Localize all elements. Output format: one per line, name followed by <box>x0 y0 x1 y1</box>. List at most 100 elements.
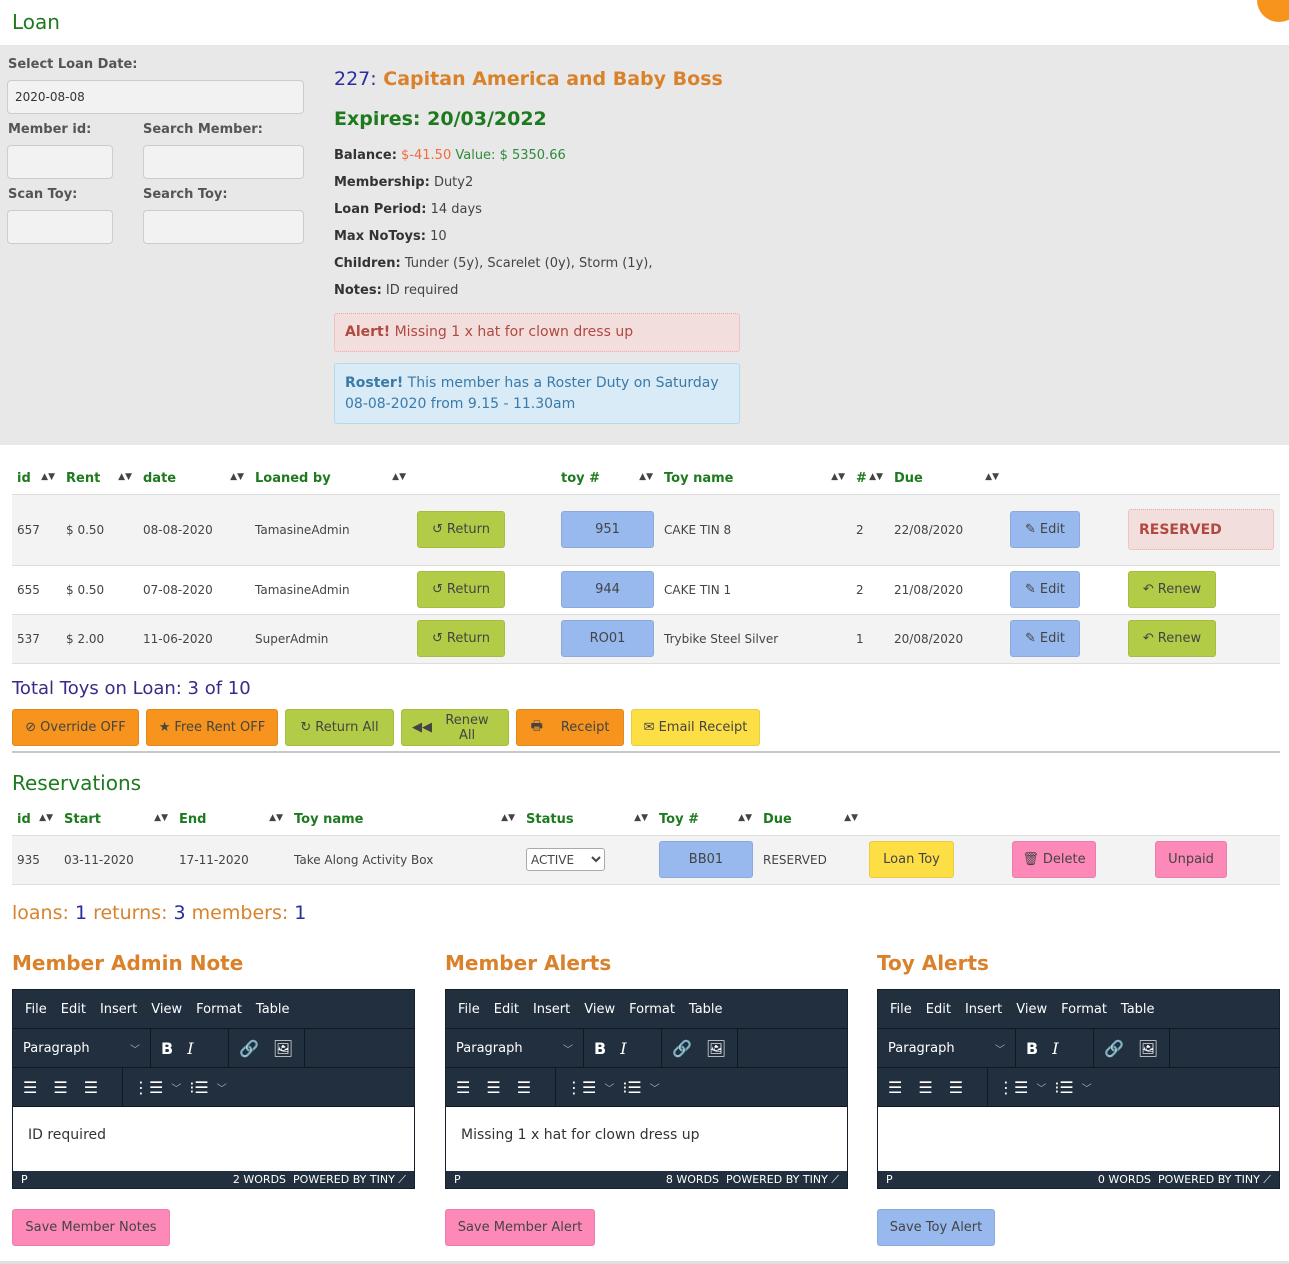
element-path[interactable]: P <box>454 1173 461 1186</box>
bold-icon[interactable]: B <box>1026 1039 1038 1058</box>
menu-edit[interactable]: Edit <box>494 1002 519 1017</box>
renew-button[interactable]: ↶ Renew <box>1128 620 1216 657</box>
chevron-down-icon[interactable]: ﹀ <box>171 1080 181 1095</box>
image-icon[interactable]: 🖼 <box>273 1039 293 1058</box>
resize-handle-icon[interactable]: ⟋ <box>398 1173 406 1186</box>
align-left-icon[interactable]: ☰ <box>23 1078 37 1097</box>
italic-icon[interactable]: I <box>620 1039 626 1058</box>
italic-icon[interactable]: I <box>1052 1039 1058 1058</box>
chevron-down-icon[interactable]: ﹀ <box>217 1080 227 1095</box>
numbered-list-icon[interactable]: ⋮☰ <box>998 1078 1028 1097</box>
sort-icon[interactable]: ▲▼ <box>869 472 883 482</box>
sort-icon[interactable]: ▲▼ <box>844 813 858 823</box>
col-id[interactable]: id ▲▼ <box>12 805 59 835</box>
save-member-notes-button[interactable]: Save Member Notes <box>12 1209 170 1246</box>
sort-icon[interactable]: ▲▼ <box>738 813 752 823</box>
chevron-down-icon[interactable]: ﹀ <box>650 1080 660 1095</box>
align-center-icon[interactable]: ☰ <box>53 1078 67 1097</box>
image-icon[interactable]: 🖼 <box>706 1039 726 1058</box>
menu-table[interactable]: Table <box>1121 1002 1155 1017</box>
link-icon[interactable]: 🔗 <box>672 1039 692 1058</box>
return-button[interactable]: ↺ Return <box>417 620 505 657</box>
renew-button[interactable]: ↶ Renew <box>1128 571 1216 608</box>
corner-badge-icon[interactable] <box>1257 0 1289 22</box>
resize-handle-icon[interactable]: ⟋ <box>1263 1173 1271 1186</box>
align-left-icon[interactable]: ☰ <box>888 1078 902 1097</box>
link-icon[interactable]: 🔗 <box>239 1039 259 1058</box>
align-right-icon[interactable]: ☰ <box>517 1078 531 1097</box>
sort-icon[interactable]: ▲▼ <box>831 472 845 482</box>
sort-icon[interactable]: ▲▼ <box>41 472 55 482</box>
status-select[interactable]: ACTIVE <box>526 848 605 871</box>
align-left-icon[interactable]: ☰ <box>456 1078 470 1097</box>
menu-insert[interactable]: Insert <box>965 1002 1002 1017</box>
sort-icon[interactable]: ▲▼ <box>269 813 283 823</box>
sort-icon[interactable]: ▲▼ <box>39 813 53 823</box>
chevron-down-icon[interactable]: ﹀ <box>1082 1080 1092 1095</box>
return-button[interactable]: ↺ Return <box>417 511 505 548</box>
col-toy-name[interactable]: Toy name ▲▼ <box>289 805 521 835</box>
menu-table[interactable]: Table <box>256 1002 290 1017</box>
col-loaned-by[interactable]: Loaned by ▲▼ <box>250 464 412 494</box>
image-icon[interactable]: 🖼 <box>1138 1039 1158 1058</box>
toy-number-button[interactable]: 951 <box>561 511 654 548</box>
toy-number-button[interactable]: RO01 <box>561 620 654 657</box>
numbered-list-icon[interactable]: ⋮☰ <box>133 1078 163 1097</box>
powered-by[interactable]: POWERED BY TINY <box>1158 1173 1260 1186</box>
menu-format[interactable]: Format <box>629 1002 675 1017</box>
col-rent[interactable]: Rent ▲▼ <box>61 464 138 494</box>
save-member-alert-button[interactable]: Save Member Alert <box>445 1209 595 1246</box>
col-id[interactable]: id ▲▼ <box>12 464 61 494</box>
chevron-down-icon[interactable]: ﹀ <box>604 1080 614 1095</box>
link-icon[interactable]: 🔗 <box>1104 1039 1124 1058</box>
delete-button[interactable]: 🗑 Delete <box>1012 841 1096 878</box>
bold-icon[interactable]: B <box>594 1039 606 1058</box>
powered-by[interactable]: POWERED BY TINY <box>293 1173 395 1186</box>
col-date[interactable]: date ▲▼ <box>138 464 250 494</box>
col-status[interactable]: Status ▲▼ <box>521 805 654 835</box>
bold-icon[interactable]: B <box>161 1039 173 1058</box>
override-button[interactable]: ⊘ Override OFF <box>12 709 139 746</box>
col-end[interactable]: End ▲▼ <box>174 805 289 835</box>
loan-date-input[interactable] <box>7 80 304 114</box>
sort-icon[interactable]: ▲▼ <box>501 813 515 823</box>
block-format-select[interactable]: Paragraph ﹀ <box>878 1029 1016 1067</box>
element-path[interactable]: P <box>21 1173 28 1186</box>
col-start[interactable]: Start ▲▼ <box>59 805 174 835</box>
toy-number-button[interactable]: BB01 <box>659 841 753 878</box>
col-due[interactable]: Due ▲▼ <box>758 805 864 835</box>
powered-by[interactable]: POWERED BY TINY <box>726 1173 828 1186</box>
menu-insert[interactable]: Insert <box>100 1002 137 1017</box>
editor-content[interactable] <box>878 1107 1279 1171</box>
sort-icon[interactable]: ▲▼ <box>634 813 648 823</box>
email-receipt-button[interactable]: ✉ Email Receipt <box>631 709 760 746</box>
editor-content[interactable]: Missing 1 x hat for clown dress up <box>446 1107 847 1171</box>
menu-table[interactable]: Table <box>689 1002 723 1017</box>
align-center-icon[interactable]: ☰ <box>918 1078 932 1097</box>
sort-icon[interactable]: ▲▼ <box>985 472 999 482</box>
col-toy-no[interactable]: toy # ▲▼ <box>556 464 659 494</box>
scan-toy-input[interactable] <box>7 210 113 244</box>
search-member-input[interactable] <box>143 145 304 179</box>
return-all-button[interactable]: ↻ Return All <box>285 709 394 746</box>
loan-toy-button[interactable]: Loan Toy <box>869 841 954 878</box>
block-format-select[interactable]: Paragraph ﹀ <box>13 1029 151 1067</box>
col-qty[interactable]: # ▲▼ <box>851 464 889 494</box>
menu-edit[interactable]: Edit <box>926 1002 951 1017</box>
menu-format[interactable]: Format <box>196 1002 242 1017</box>
align-right-icon[interactable]: ☰ <box>84 1078 98 1097</box>
block-format-select[interactable]: Paragraph ﹀ <box>446 1029 584 1067</box>
element-path[interactable]: P <box>886 1173 893 1186</box>
edit-button[interactable]: ✎ Edit <box>1010 620 1080 657</box>
member-id-input[interactable] <box>7 145 113 179</box>
align-right-icon[interactable]: ☰ <box>949 1078 963 1097</box>
align-center-icon[interactable]: ☰ <box>486 1078 500 1097</box>
receipt-button[interactable]: 🖶 Receipt <box>516 709 624 746</box>
col-due[interactable]: Due ▲▼ <box>889 464 1005 494</box>
col-toy-no[interactable]: Toy # ▲▼ <box>654 805 758 835</box>
bullet-list-icon[interactable]: ⁝☰ <box>622 1078 641 1097</box>
menu-view[interactable]: View <box>1016 1002 1047 1017</box>
bullet-list-icon[interactable]: ⁝☰ <box>1054 1078 1073 1097</box>
edit-button[interactable]: ✎ Edit <box>1010 511 1080 548</box>
numbered-list-icon[interactable]: ⋮☰ <box>566 1078 596 1097</box>
